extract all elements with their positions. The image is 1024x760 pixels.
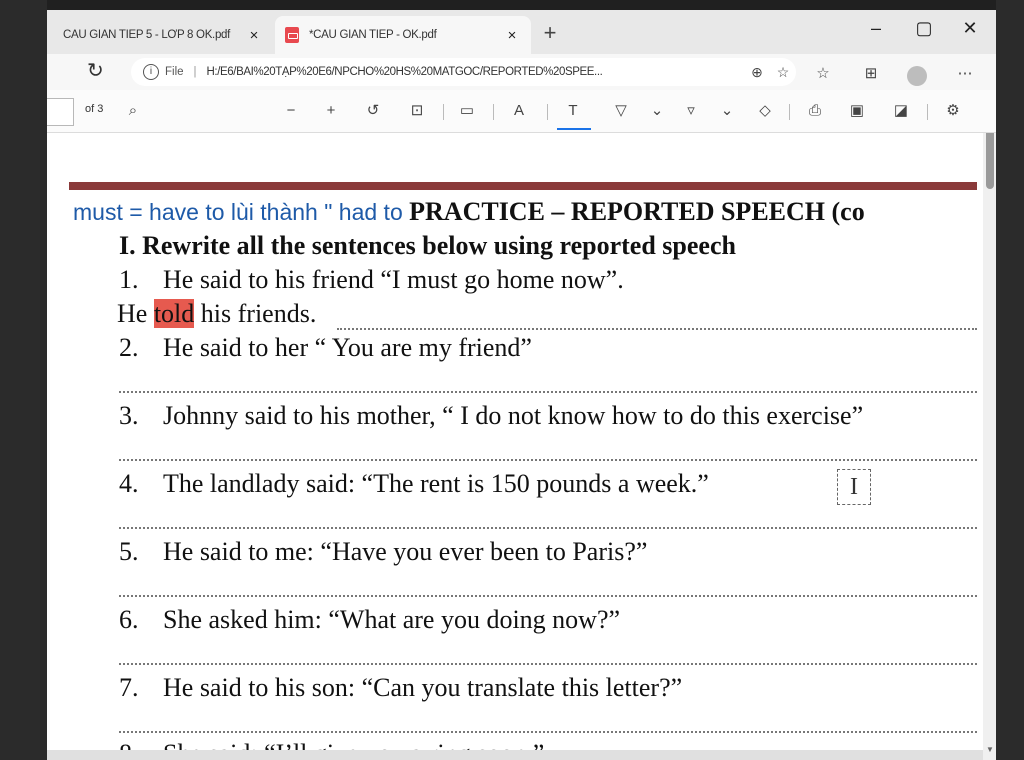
favorites-icon[interactable]: ☆ — [811, 64, 835, 82]
toolbar-divider — [789, 104, 790, 120]
draw-icon[interactable]: ▽ — [609, 100, 633, 122]
section-heading: I. Rewrite all the sentences below using… — [119, 231, 736, 260]
eraser-icon[interactable]: ◇ — [753, 100, 777, 122]
save-as-icon[interactable]: ◪ — [889, 100, 913, 122]
maximize-button[interactable]: ▢ — [909, 18, 939, 39]
address-field[interactable]: i File | H:/E6/BÀI%20TẬP%20E6/NPCHO%20HS… — [131, 58, 796, 86]
close-tab-icon[interactable]: × — [503, 27, 521, 44]
answer-line-1: He told his friends. — [117, 299, 317, 328]
collections-icon[interactable]: ⊞ — [859, 64, 883, 82]
profile-avatar[interactable] — [907, 66, 927, 86]
browser-window: CAU GIAN TIEP 5 - LỚP 8 OK.pdf × *CAU GI… — [47, 10, 996, 760]
add-favorite-icon[interactable]: ☆ — [770, 64, 796, 81]
toolbar-divider — [927, 104, 928, 120]
annotation-note: must = have to lùi thành " had to PRACTI… — [73, 197, 865, 227]
answer-dotted-line — [119, 663, 977, 665]
file-label: File — [165, 66, 184, 78]
new-tab-button[interactable]: + — [537, 20, 563, 46]
reload-icon[interactable]: ↻ — [87, 58, 104, 83]
minimize-button[interactable]: – — [861, 18, 891, 39]
list-item: 3. Johnny said to his mother, “ I do not … — [119, 401, 864, 430]
answer-dotted-line — [119, 595, 977, 597]
pdf-page[interactable]: must = have to lùi thành " had to PRACTI… — [47, 133, 983, 760]
handwritten-note: must = have to lùi thành " had to — [73, 199, 410, 225]
answer-dotted-line — [337, 328, 977, 330]
rotate-icon[interactable]: ↺ — [361, 100, 385, 122]
close-tab-icon[interactable]: × — [245, 27, 263, 44]
more-menu-icon[interactable]: ⋯ — [953, 64, 977, 82]
text-icon[interactable]: T — [561, 100, 585, 122]
zoom-icon[interactable]: ⊕ — [744, 64, 770, 81]
tab-strip: CAU GIAN TIEP 5 - LỚP 8 OK.pdf × *CAU GI… — [47, 10, 996, 54]
list-item: 7. He said to his son: “Can you translate… — [119, 673, 683, 702]
pdf-icon — [285, 27, 299, 43]
zoom-in-icon[interactable]: + — [319, 100, 343, 122]
header-rule — [69, 182, 977, 190]
scroll-down-arrow[interactable]: ▼ — [986, 745, 994, 754]
screen-left-margin — [0, 0, 47, 760]
info-icon[interactable]: i — [143, 64, 159, 80]
page-number-input[interactable] — [47, 98, 74, 126]
answer-dotted-line — [119, 527, 977, 529]
toolbar-divider — [547, 104, 548, 120]
highlight-icon[interactable]: ▿ — [679, 100, 703, 122]
document-viewer[interactable]: must = have to lùi thành " had to PRACTI… — [47, 133, 996, 760]
tab-cau-gian-tiep-ok[interactable]: *CAU GIAN TIEP - OK.pdf × — [275, 16, 531, 54]
chevron-down-icon[interactable]: ⌄ — [645, 100, 669, 122]
list-item: 6. She asked him: “What are you doing now… — [119, 605, 621, 634]
tab-cau-gian-tiep-5[interactable]: CAU GIAN TIEP 5 - LỚP 8 OK.pdf × — [53, 16, 273, 54]
toolbar-divider — [493, 104, 494, 120]
print-icon[interactable]: ⎙ — [803, 100, 827, 122]
url-text[interactable]: H:/E6/BÀI%20TẬP%20E6/NPCHO%20HS%20MATGOC… — [207, 66, 744, 78]
settings-icon[interactable]: ⚙ — [941, 100, 965, 122]
text-cursor-icon: I — [837, 469, 871, 505]
address-separator: | — [193, 66, 197, 78]
list-item: 5. He said to me: “Have you ever been to … — [119, 537, 648, 566]
answer-dotted-line — [119, 731, 977, 733]
screen-right-margin — [996, 0, 1024, 760]
read-aloud-icon[interactable]: A — [507, 100, 531, 122]
vertical-scrollbar[interactable]: ▼ — [983, 133, 996, 760]
screen-top-border — [0, 0, 1024, 10]
active-tool-indicator — [557, 128, 591, 130]
highlighted-word: told — [153, 299, 195, 328]
scrollbar-thumb[interactable] — [986, 133, 994, 189]
search-icon[interactable]: ⌕ — [121, 100, 145, 122]
page-view-icon[interactable]: ▭ — [455, 100, 479, 122]
pdf-toolbar: of 3 ⌕ − + ↺ ⊡ ▭ A T ▽ ⌄ ▿ ⌄ ◇ ⎙ ▣ ◪ ⚙ — [47, 90, 996, 133]
address-bar-row: ↻ i File | H:/E6/BÀI%20TẬP%20E6/NPCHO%20… — [47, 54, 996, 90]
document-title: PRACTICE – REPORTED SPEECH (co — [409, 197, 865, 226]
page-count: of 3 — [85, 103, 104, 115]
save-icon[interactable]: ▣ — [845, 100, 869, 122]
list-item: 1. He said to his friend “I must go home … — [119, 265, 624, 294]
tab-title: CAU GIAN TIEP 5 - LỚP 8 OK.pdf — [63, 29, 231, 41]
list-item: 2. He said to her “ You are my friend” — [119, 333, 532, 362]
answer-dotted-line — [119, 459, 977, 461]
fit-page-icon[interactable]: ⊡ — [405, 100, 429, 122]
tab-title: *CAU GIAN TIEP - OK.pdf — [309, 29, 437, 41]
zoom-out-icon[interactable]: − — [279, 100, 303, 122]
list-item: 4. The landlady said: “The rent is 150 po… — [119, 469, 709, 498]
horizontal-scrollbar[interactable] — [47, 750, 983, 760]
toolbar-divider — [443, 104, 444, 120]
answer-dotted-line — [119, 391, 977, 393]
chevron-down-icon[interactable]: ⌄ — [715, 100, 739, 122]
close-window-button[interactable]: ✕ — [955, 18, 985, 39]
